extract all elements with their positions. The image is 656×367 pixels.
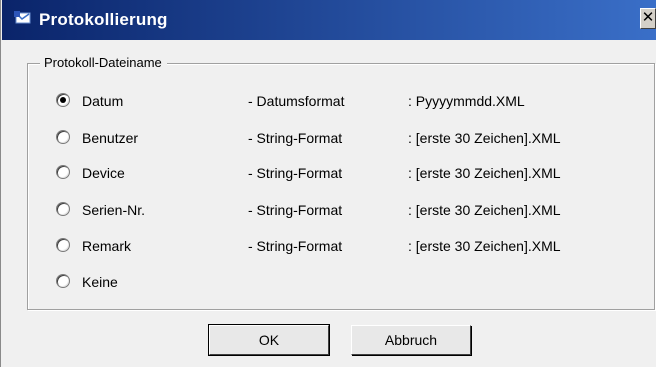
option-row-benutzer[interactable]: Benutzer - String-Format : [erste 30 Zei…: [28, 128, 656, 148]
radio-device[interactable]: [56, 165, 70, 179]
option-row-remark[interactable]: Remark - String-Format : [erste 30 Zeich…: [28, 236, 656, 256]
option-format-benutzer: - String-Format: [248, 130, 343, 146]
option-format-remark: - String-Format: [248, 238, 343, 254]
option-label-remark[interactable]: Remark: [82, 236, 131, 256]
close-icon: ✕: [641, 8, 655, 26]
radio-selected-dot: [60, 97, 66, 103]
radio-remark[interactable]: [56, 238, 70, 252]
option-format-device: - String-Format: [248, 165, 343, 181]
cancel-button[interactable]: Abbruch: [351, 325, 471, 355]
title-bar[interactable]: Protokollierung ✕: [2, 0, 656, 40]
radio-datum[interactable]: [56, 93, 70, 107]
option-example-datum: : Pyyyymmdd.XML: [408, 93, 525, 109]
dialog-client-area: Protokoll-Dateiname Datum - Datumsformat…: [2, 40, 656, 367]
option-row-device[interactable]: Device - String-Format : [erste 30 Zeich…: [28, 163, 656, 183]
option-row-keine[interactable]: Keine: [28, 272, 656, 292]
close-button[interactable]: ✕: [640, 8, 656, 29]
app-icon: [14, 11, 31, 24]
option-row-datum[interactable]: Datum - Datumsformat : Pyyyymmdd.XML: [28, 91, 656, 111]
dialog-window: Protokollierung ✕ Protokoll-Dateiname Da…: [0, 0, 656, 367]
option-format-serien-nr: - String-Format: [248, 202, 343, 218]
option-label-device[interactable]: Device: [82, 163, 125, 183]
option-label-datum[interactable]: Datum: [82, 91, 123, 111]
option-example-serien-nr: : [erste 30 Zeichen].XML: [408, 202, 561, 218]
option-row-serien-nr[interactable]: Serien-Nr. - String-Format : [erste 30 Z…: [28, 200, 656, 220]
option-label-serien-nr[interactable]: Serien-Nr.: [82, 200, 145, 220]
filename-groupbox: Protokoll-Dateiname Datum - Datumsformat…: [27, 55, 656, 310]
option-example-benutzer: : [erste 30 Zeichen].XML: [408, 130, 561, 146]
groupbox-legend: Protokoll-Dateiname: [40, 55, 167, 71]
option-format-datum: - Datumsformat: [248, 93, 345, 109]
radio-keine[interactable]: [56, 274, 70, 288]
option-label-keine[interactable]: Keine: [82, 272, 118, 292]
option-example-remark: : [erste 30 Zeichen].XML: [408, 238, 561, 254]
ok-button[interactable]: OK: [208, 324, 330, 356]
option-label-benutzer[interactable]: Benutzer: [82, 128, 138, 148]
radio-serien-nr[interactable]: [56, 202, 70, 216]
window-title: Protokollierung: [39, 10, 168, 29]
radio-benutzer[interactable]: [56, 130, 70, 144]
option-example-device: : [erste 30 Zeichen].XML: [408, 165, 561, 181]
